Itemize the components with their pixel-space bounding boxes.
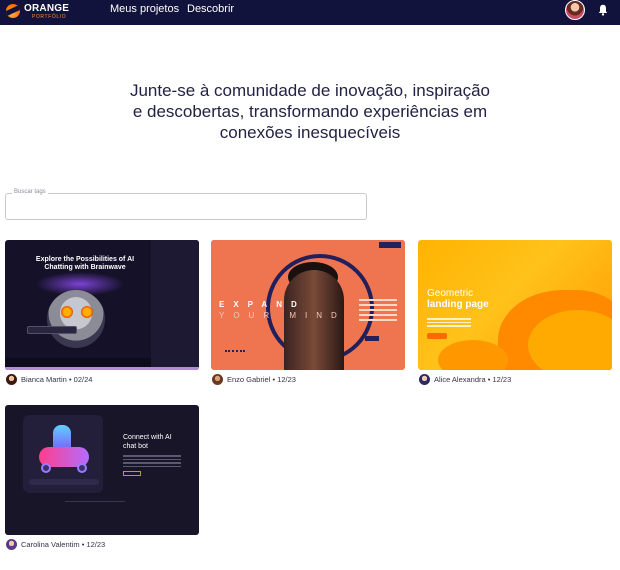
thumb-heading: Geometric	[427, 288, 474, 299]
project-thumbnail[interactable]: Geometric landing page	[418, 240, 612, 370]
logo-subtitle: PORTFÓLIO	[32, 14, 67, 20]
thumb-nav	[211, 240, 405, 250]
author-avatar	[6, 374, 17, 385]
thumb-subheading: YOUR MIND	[219, 311, 346, 320]
tag-search-field[interactable]: Buscar tags	[5, 189, 367, 220]
project-card[interactable]: EXPAND YOUR MIND Enzo Gabriel • 12/23	[211, 240, 405, 388]
author-name: Bianca Martin	[21, 375, 67, 384]
project-card[interactable]: Geometric landing page Alice Alexandra •…	[418, 240, 612, 388]
robot-image	[47, 290, 105, 348]
project-meta: Carolina Valentim • 12/23	[5, 539, 205, 551]
author-name: Alice Alexandra	[434, 375, 486, 384]
thumb-subheading: landing page	[427, 299, 489, 310]
project-author-date: Enzo Gabriel • 12/23	[227, 375, 296, 384]
thumb-button	[123, 471, 141, 476]
author-avatar	[419, 374, 430, 385]
robot-eye	[81, 306, 93, 318]
notification-bell-icon[interactable]	[598, 4, 608, 16]
thumb-accent-bar	[5, 367, 199, 370]
logo-title: ORANGE	[24, 3, 70, 14]
thumb-heading: EXPAND	[219, 300, 306, 309]
user-avatar[interactable]	[565, 0, 585, 20]
nav-discover[interactable]: Descobrir	[187, 3, 234, 15]
orange-portfolio-logo[interactable]: ORANGE PORTFÓLIO	[6, 2, 70, 22]
hero-line: conexões inesquecíveis	[219, 123, 401, 142]
project-thumbnail[interactable]: EXPAND YOUR MIND	[211, 240, 405, 370]
project-date: 12/23	[277, 375, 296, 384]
project-thumbnail[interactable]: Connect with AI chat bot	[5, 405, 199, 535]
logo-icon	[6, 4, 20, 18]
thumb-sidebar	[151, 240, 199, 370]
author-name: Enzo Gabriel	[227, 375, 271, 384]
project-card[interactable]: Explore the Possibilities of AI Chatting…	[5, 240, 199, 388]
project-card[interactable]: Connect with AI chat bot Carolina Valent…	[5, 405, 199, 553]
top-bar: ORANGE PORTFÓLIO Meus projetos Descobrir	[0, 0, 620, 25]
thumb-input	[29, 479, 99, 485]
hero-line: Junte-se à comunidade de inovação, inspi…	[129, 81, 491, 100]
thumb-portrait	[284, 270, 344, 370]
thumb-text-block	[427, 316, 471, 329]
project-author-date: Bianca Martin • 02/24	[21, 375, 93, 384]
nav-my-projects[interactable]: Meus projetos	[110, 3, 179, 15]
thumb-text-block	[123, 453, 181, 469]
project-date: 12/23	[86, 540, 106, 549]
thumb-text-block	[359, 296, 397, 336]
project-meta: Enzo Gabriel • 12/23	[211, 374, 411, 386]
tag-search-input[interactable]	[6, 194, 366, 219]
thumb-heading: Explore the Possibilities of AI Chatting…	[35, 256, 135, 271]
thumb-button	[365, 336, 379, 341]
author-avatar	[6, 539, 17, 550]
robot-eye	[61, 306, 73, 318]
thumb-heading: Connect with AI chat bot	[123, 434, 172, 450]
project-meta: Alice Alexandra • 12/23	[418, 374, 618, 386]
project-author-date: Carolina Valentim • 12/23	[21, 540, 106, 549]
thumb-wave	[225, 344, 245, 352]
project-author-date: Alice Alexandra • 12/23	[434, 375, 512, 384]
thumb-chat-bar	[27, 326, 77, 334]
thumb-wheel	[77, 463, 87, 473]
thumb-divider	[65, 501, 125, 502]
hero-line: e descobertas, transformando experiência…	[132, 102, 488, 121]
thumb-wheel	[41, 463, 51, 473]
hero-headline: Junte-se à comunidade de inovação, inspi…	[110, 80, 510, 143]
project-date: 12/23	[492, 375, 512, 384]
project-date: 02/24	[73, 375, 93, 384]
project-meta: Bianca Martin • 02/24	[5, 374, 205, 386]
author-avatar	[212, 374, 223, 385]
project-thumbnail[interactable]: Explore the Possibilities of AI Chatting…	[5, 240, 199, 370]
thumb-button	[427, 333, 447, 339]
author-name: Carolina Valentim	[21, 540, 80, 549]
